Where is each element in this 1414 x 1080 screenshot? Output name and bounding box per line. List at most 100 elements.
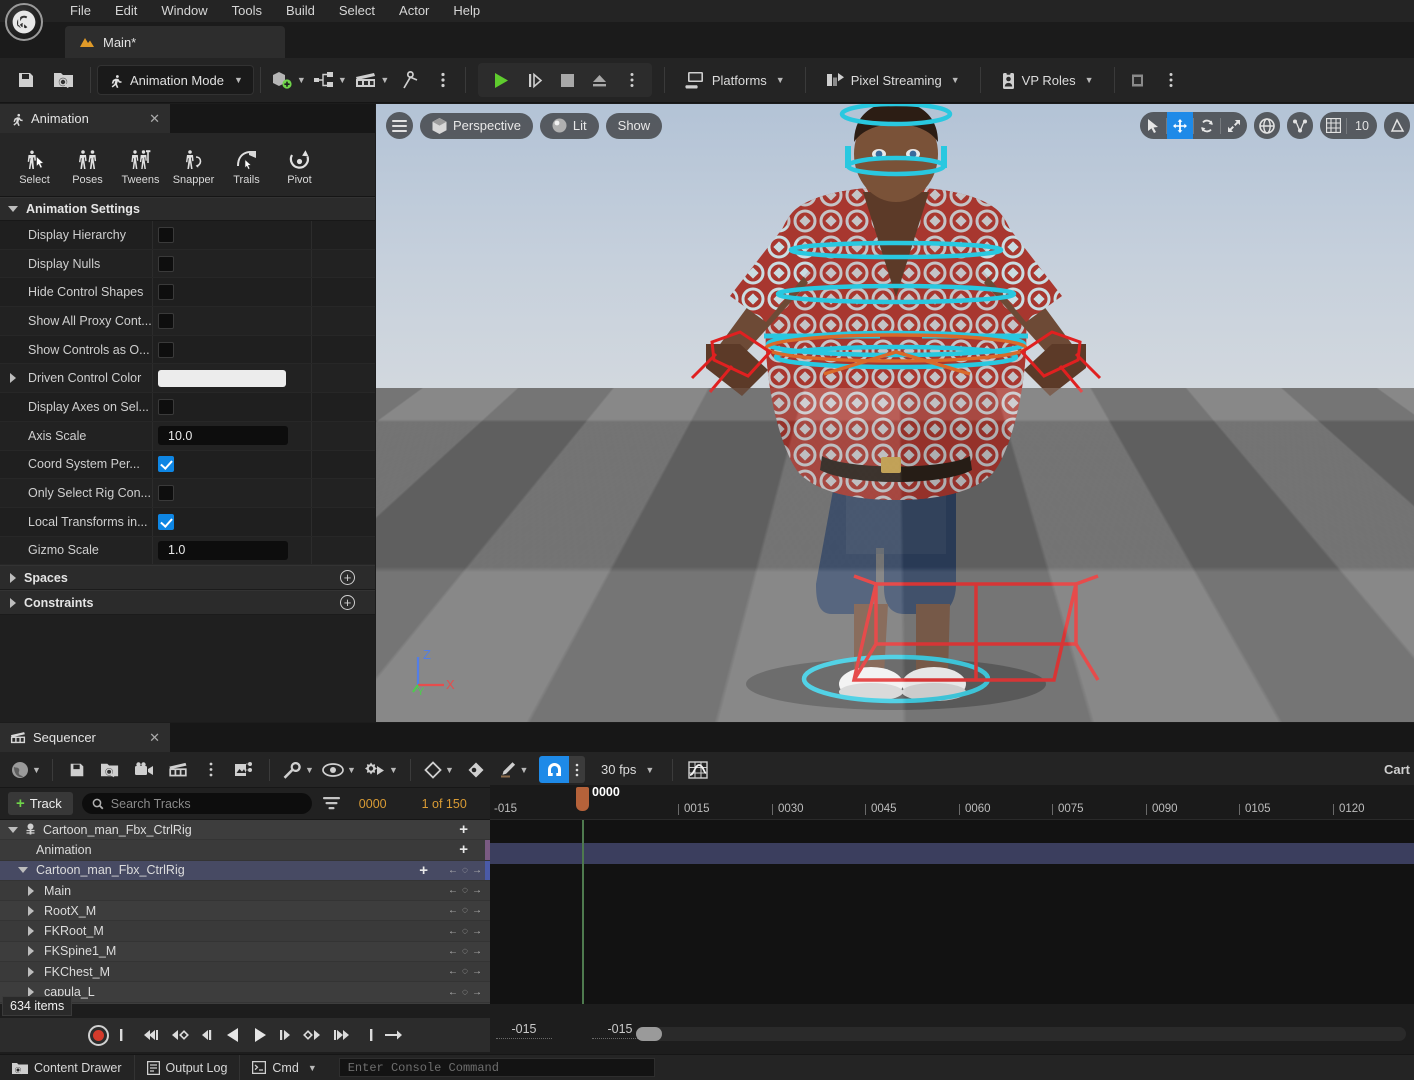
key-nav-controls[interactable]: ← ◌ →	[448, 966, 482, 977]
property-value[interactable]	[152, 507, 311, 536]
add-key-icon[interactable]: ◌	[462, 966, 468, 977]
animation-mode-selector[interactable]: Animation Mode ▼	[97, 65, 254, 95]
add-circle-icon[interactable]: +	[340, 570, 355, 586]
property-row[interactable]: Only Select Rig Con...	[0, 479, 375, 508]
gizmo-scale-input[interactable]: 1.0	[158, 540, 288, 560]
previous-key-icon[interactable]: ←	[448, 865, 458, 876]
range-start-field[interactable]: -015	[496, 1022, 552, 1039]
angle-snap-icon[interactable]	[1384, 112, 1410, 139]
menu-actor[interactable]: Actor	[387, 0, 441, 22]
tool-select[interactable]: Select	[8, 144, 61, 186]
add-key-icon[interactable]: ◌	[462, 885, 468, 896]
property-row-gizmo-scale[interactable]: Gizmo Scale 1.0	[0, 536, 375, 566]
select-cursor-icon[interactable]	[1140, 112, 1166, 139]
checkbox[interactable]	[158, 284, 174, 301]
checkbox[interactable]	[158, 341, 174, 358]
add-track-button[interactable]: + Track	[8, 792, 73, 815]
expand-triangle-icon[interactable]	[10, 373, 16, 384]
property-value[interactable]: 10.0	[152, 421, 311, 450]
property-row[interactable]: Display Nulls	[0, 249, 375, 279]
playhead-handle[interactable]	[576, 787, 589, 811]
play-button[interactable]	[482, 64, 520, 96]
stop-button[interactable]	[552, 64, 584, 96]
wrench-button[interactable]: ▼	[278, 754, 318, 786]
menu-build[interactable]: Build	[274, 0, 327, 22]
play-step-button[interactable]	[520, 64, 552, 96]
checkbox[interactable]	[158, 456, 174, 473]
checkbox[interactable]	[158, 485, 174, 502]
checkbox[interactable]	[158, 398, 174, 415]
jump-to-start-icon[interactable]	[118, 1027, 132, 1043]
add-actor-button[interactable]: ▼	[267, 64, 309, 96]
property-row-axis-scale[interactable]: Axis Scale 10.0	[0, 421, 375, 451]
chevron-right-icon[interactable]	[28, 966, 34, 977]
play-options-button[interactable]	[616, 64, 648, 96]
tool-tweens[interactable]: Tweens	[114, 144, 167, 186]
key-nav-controls[interactable]: ← ◌ →	[448, 946, 482, 957]
previous-key-icon[interactable]: ←	[448, 885, 458, 896]
viewport-view-mode[interactable]: Perspective	[420, 112, 533, 139]
track-row[interactable]: Animation +	[0, 840, 490, 861]
cmd-button[interactable]: Cmd ▼	[240, 1055, 328, 1080]
visibility-button[interactable]: ▼	[318, 754, 360, 786]
next-key-icon[interactable]: →	[472, 905, 482, 916]
search-tracks-input[interactable]: Search Tracks	[81, 793, 312, 814]
sequence-button[interactable]	[161, 754, 195, 786]
snap-options-icon[interactable]	[569, 756, 585, 783]
character-model[interactable]	[376, 104, 1414, 722]
property-row[interactable]: Display Hierarchy	[0, 221, 375, 250]
world-coordinate-icon[interactable]	[1254, 112, 1280, 139]
sequencer-more-options[interactable]	[195, 754, 227, 786]
tool-poses[interactable]: Poses	[61, 144, 114, 186]
property-row[interactable]: Show Controls as O...	[0, 335, 375, 365]
next-key-icon[interactable]: →	[472, 865, 482, 876]
chevron-down-icon[interactable]	[8, 826, 18, 833]
add-track-icon[interactable]: +	[459, 842, 468, 857]
scale-gizmo-icon[interactable]	[1221, 112, 1247, 139]
key-nav-controls[interactable]: ← ◌ →	[448, 905, 482, 916]
close-icon[interactable]: ✕	[149, 111, 160, 127]
tool-trails[interactable]: Trails	[220, 144, 273, 186]
vcam-button[interactable]	[1121, 64, 1155, 96]
track-row[interactable]: capula_L ← ◌ →	[0, 982, 490, 1003]
track-row[interactable]: RootX_M ← ◌ →	[0, 901, 490, 922]
toolbar-more-options[interactable]	[427, 64, 459, 96]
property-value[interactable]	[152, 335, 311, 364]
axis-scale-input[interactable]: 10.0	[158, 426, 288, 446]
property-value[interactable]	[152, 364, 311, 393]
browse-content-button[interactable]	[44, 64, 84, 96]
menu-select[interactable]: Select	[327, 0, 387, 22]
track-row[interactable]: Cartoon_man_Fbx_CtrlRig + ← ◌ →	[0, 860, 490, 881]
property-row[interactable]: Show All Proxy Cont...	[0, 307, 375, 336]
add-track-icon[interactable]: +	[459, 822, 468, 837]
menu-tools[interactable]: Tools	[220, 0, 274, 22]
sequencer-save-as-button[interactable]	[93, 754, 127, 786]
previous-key-icon[interactable]: ←	[448, 926, 458, 937]
curve-editor-button[interactable]	[681, 754, 715, 786]
next-key-icon[interactable]: →	[472, 966, 482, 977]
vp-roles-button[interactable]: VP Roles ▼	[987, 64, 1108, 96]
property-value[interactable]	[152, 393, 311, 421]
step-back-frames-icon[interactable]	[141, 1027, 161, 1043]
checkbox[interactable]	[158, 513, 174, 530]
playback-options-button[interactable]: ▼	[360, 754, 402, 786]
platforms-button[interactable]: Platforms ▼	[671, 64, 799, 96]
chevron-down-icon[interactable]	[18, 867, 28, 874]
tool-pivot[interactable]: Pivot	[273, 144, 326, 186]
menu-window[interactable]: Window	[149, 0, 219, 22]
viewport-show-menu[interactable]: Show	[605, 112, 663, 139]
next-key-icon[interactable]: →	[472, 946, 482, 957]
add-track-icon[interactable]: +	[419, 863, 428, 878]
add-key-icon[interactable]: ◌	[462, 946, 468, 957]
cinematics-button[interactable]: ▼	[351, 64, 393, 96]
filter-icon[interactable]	[322, 797, 340, 810]
menu-edit[interactable]: Edit	[103, 0, 149, 22]
fps-selector[interactable]: 30 fps ▼	[591, 754, 664, 786]
play-forward-icon[interactable]	[251, 1026, 268, 1044]
pixel-streaming-button[interactable]: Pixel Streaming ▼	[812, 64, 974, 96]
key-area-button[interactable]	[459, 754, 493, 786]
property-value[interactable]	[152, 221, 311, 249]
category-spaces[interactable]: Spaces +	[0, 565, 375, 591]
menu-file[interactable]: File	[58, 0, 103, 22]
property-value[interactable]: 1.0	[152, 536, 311, 565]
